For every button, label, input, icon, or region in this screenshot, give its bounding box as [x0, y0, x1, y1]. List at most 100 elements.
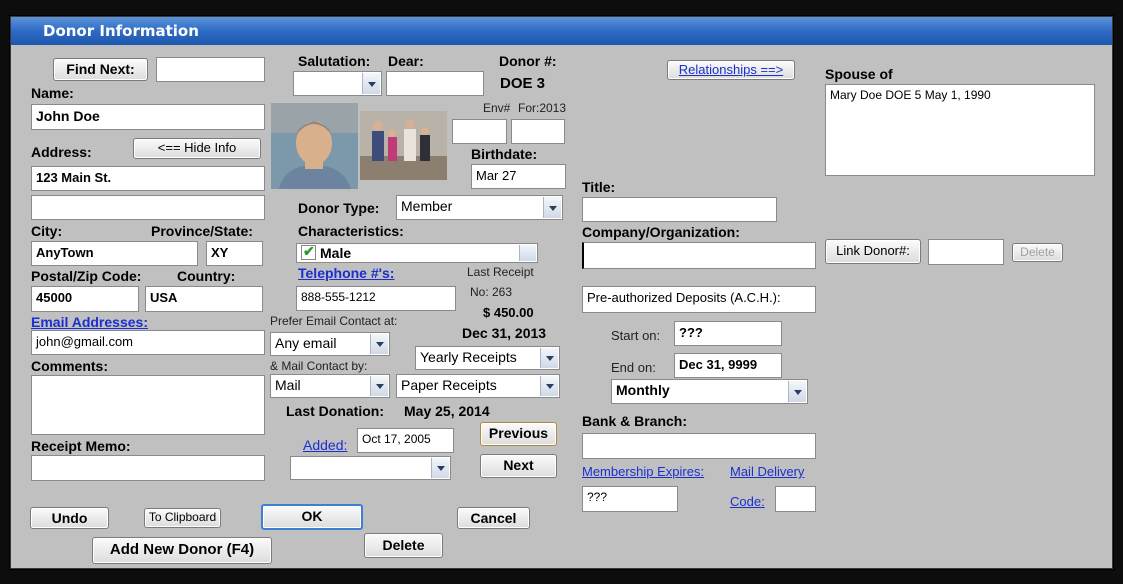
- birthdate-label: Birthdate:: [471, 146, 538, 162]
- chevron-down-icon[interactable]: [370, 376, 388, 396]
- receipt-frequency-select[interactable]: Yearly Receipts: [415, 346, 560, 370]
- chevron-down-icon[interactable]: [362, 73, 380, 94]
- ach-frequency-value: Monthly: [616, 382, 670, 398]
- membership-expires-link[interactable]: Membership Expires:: [582, 464, 704, 479]
- link-donor-field[interactable]: [928, 239, 1004, 265]
- link-donor-button[interactable]: Link Donor#:: [825, 239, 921, 264]
- added-link[interactable]: Added:: [303, 437, 347, 453]
- family-image: [360, 111, 447, 180]
- postal-label: Postal/Zip Code:: [31, 268, 142, 284]
- mail-delivery-link[interactable]: Mail Delivery: [730, 464, 804, 479]
- envelope-field[interactable]: [452, 119, 507, 144]
- bank-branch-field[interactable]: [582, 433, 816, 459]
- donor-type-value: Member: [401, 198, 453, 214]
- next-button[interactable]: Next: [480, 454, 557, 478]
- added-date-field[interactable]: Oct 17, 2005: [357, 428, 454, 453]
- chevron-down-icon[interactable]: [543, 197, 561, 218]
- donor-number-value: DOE 3: [500, 75, 546, 92]
- added-select[interactable]: [290, 456, 451, 480]
- link-delete-button[interactable]: Delete: [1012, 243, 1063, 262]
- last-receipt-label: Last Receipt: [467, 265, 534, 279]
- salutation-select[interactable]: [293, 71, 382, 96]
- dear-label: Dear:: [388, 53, 424, 69]
- bank-branch-label: Bank & Branch:: [582, 413, 688, 429]
- for-year-field[interactable]: [511, 119, 565, 144]
- ok-button[interactable]: OK: [261, 504, 363, 530]
- country-label: Country:: [177, 268, 236, 284]
- delete-button[interactable]: Delete: [364, 533, 443, 558]
- relationships-label: Relationships ==>: [678, 62, 784, 77]
- donor-photo: [271, 103, 358, 189]
- dear-field[interactable]: [386, 71, 484, 96]
- address-label: Address:: [31, 144, 92, 160]
- title-field[interactable]: [582, 197, 777, 222]
- ach-field[interactable]: Pre-authorized Deposits (A.C.H.):: [582, 286, 816, 313]
- birthdate-field[interactable]: Mar 27: [471, 164, 566, 189]
- title-label: Title:: [582, 179, 616, 195]
- donor-number-label: Donor #:: [499, 53, 557, 69]
- for-year-label: For:2013: [518, 101, 567, 115]
- chevron-down-icon[interactable]: [431, 458, 449, 478]
- start-on-field[interactable]: ???: [674, 321, 782, 346]
- screen-background: Donor Information Find Next: Name: John …: [0, 0, 1123, 584]
- checkmark-icon: ✔: [303, 243, 315, 259]
- to-clipboard-button[interactable]: To Clipboard: [144, 508, 221, 528]
- receipt-memo-field[interactable]: [31, 455, 265, 481]
- cancel-button[interactable]: Cancel: [457, 507, 530, 529]
- ach-frequency-select[interactable]: Monthly: [611, 379, 808, 404]
- receipt-memo-label: Receipt Memo:: [31, 438, 131, 454]
- window-title: Donor Information: [43, 22, 199, 40]
- donor-type-label: Donor Type:: [298, 200, 380, 216]
- characteristics-list[interactable]: ✔ Male: [296, 243, 538, 263]
- last-receipt-date: Dec 31, 2013: [462, 325, 547, 341]
- name-field[interactable]: John Doe: [31, 104, 265, 130]
- salutation-label: Salutation:: [298, 53, 371, 69]
- add-new-donor-button[interactable]: Add New Donor (F4): [92, 537, 272, 564]
- spouse-of-label: Spouse of: [825, 66, 893, 82]
- email-field[interactable]: john@gmail.com: [31, 330, 265, 355]
- company-field[interactable]: [582, 242, 816, 269]
- family-photo: [360, 111, 447, 180]
- last-receipt-number: No: 263: [470, 285, 513, 299]
- spinner-icon[interactable]: [519, 245, 536, 261]
- end-on-field[interactable]: Dec 31, 9999: [674, 353, 782, 378]
- title-bar: Donor Information: [11, 17, 1112, 45]
- previous-button[interactable]: Previous: [480, 422, 557, 446]
- address-line1-field[interactable]: 123 Main St.: [31, 166, 265, 191]
- chevron-down-icon[interactable]: [540, 348, 558, 368]
- address-line2-field[interactable]: [31, 195, 265, 220]
- city-label: City:: [31, 223, 63, 239]
- postal-field[interactable]: 45000: [31, 286, 139, 312]
- relationships-list[interactable]: Mary Doe DOE 5 May 1, 1990: [825, 84, 1095, 176]
- membership-expires-field[interactable]: ???: [582, 486, 678, 512]
- find-input[interactable]: [156, 57, 265, 82]
- company-label: Company/Organization:: [582, 224, 740, 240]
- find-next-button[interactable]: Find Next:: [53, 58, 148, 81]
- env-label: Env#: [483, 101, 511, 115]
- chevron-down-icon[interactable]: [540, 376, 558, 396]
- province-field[interactable]: XY: [206, 241, 263, 266]
- mail-contact-label: & Mail Contact by:: [270, 359, 368, 373]
- mail-contact-select[interactable]: Mail: [270, 374, 390, 398]
- comments-label: Comments:: [31, 358, 109, 374]
- donor-type-select[interactable]: Member: [396, 195, 563, 220]
- name-label: Name:: [31, 85, 74, 101]
- email-contact-label: Prefer Email Contact at:: [270, 314, 398, 328]
- undo-button[interactable]: Undo: [30, 507, 109, 529]
- email-addresses-link[interactable]: Email Addresses:: [31, 314, 148, 330]
- receipt-type-select[interactable]: Paper Receipts: [396, 374, 560, 398]
- email-contact-select[interactable]: Any email: [270, 332, 390, 356]
- relationships-button[interactable]: Relationships ==>: [667, 60, 795, 80]
- chevron-down-icon[interactable]: [788, 381, 806, 402]
- chevron-down-icon[interactable]: [370, 334, 388, 354]
- characteristics-label: Characteristics:: [298, 223, 404, 239]
- mail-delivery-code-field[interactable]: [775, 486, 816, 512]
- city-field[interactable]: AnyTown: [31, 241, 198, 266]
- comments-textarea[interactable]: [31, 375, 265, 435]
- country-field[interactable]: USA: [145, 286, 263, 312]
- mail-delivery-code-link[interactable]: Code:: [730, 494, 765, 509]
- male-checkbox[interactable]: ✔: [301, 243, 316, 260]
- telephone-link[interactable]: Telephone #'s:: [298, 265, 394, 281]
- telephone-field[interactable]: 888-555-1212: [296, 286, 456, 311]
- hide-info-button[interactable]: <== Hide Info: [133, 138, 261, 159]
